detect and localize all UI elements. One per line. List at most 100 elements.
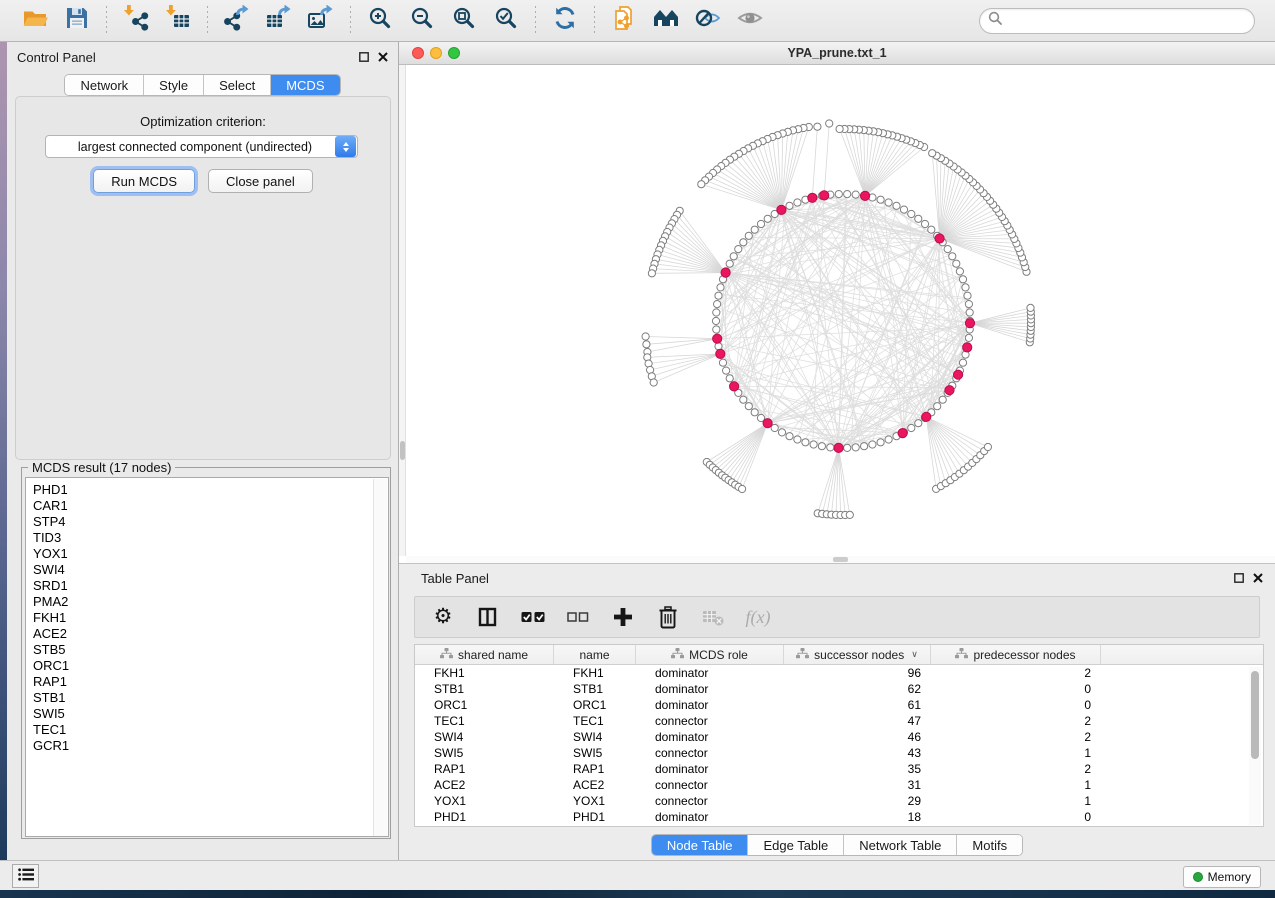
import-table-button[interactable] [161,4,195,38]
network-vertical-scrollbar[interactable] [399,65,406,556]
add-column-button[interactable] [611,603,635,631]
network-node[interactable] [900,206,907,213]
tab-select[interactable]: Select [204,75,271,95]
network-node[interactable] [852,444,859,451]
network-node[interactable] [745,232,752,239]
export-image-button[interactable] [304,4,338,38]
network-node[interactable] [959,276,966,283]
network-node[interactable] [726,260,733,267]
show-columns-button[interactable] [476,603,500,631]
network-node[interactable] [771,424,778,431]
network-hub-node[interactable] [922,412,931,421]
network-hub-node[interactable] [713,334,722,343]
list-scrollbar[interactable] [373,479,387,837]
run-mcds-button[interactable]: Run MCDS [93,169,195,193]
column-header-successor-nodes[interactable]: successor nodes∨ [784,645,931,664]
table-row[interactable]: TEC1TEC1connector472 [415,713,1263,729]
mcds-result-item[interactable]: ACE2 [33,626,388,642]
network-node[interactable] [778,429,785,436]
table-row[interactable]: SWI4SWI4dominator462 [415,729,1263,745]
network-hub-node[interactable] [945,386,954,395]
export-network-button[interactable] [220,4,254,38]
network-node[interactable] [965,334,972,341]
select-all-columns-button[interactable] [521,603,545,631]
mcds-result-item[interactable]: STB1 [33,690,388,706]
network-node[interactable] [921,220,928,227]
scrollbar-thumb[interactable] [1251,671,1259,759]
network-node[interactable] [739,485,746,492]
network-node[interactable] [794,199,801,206]
network-node[interactable] [984,443,991,450]
mcds-result-item[interactable]: ORC1 [33,658,388,674]
show-eye-button[interactable] [733,4,767,38]
network-node[interactable] [861,443,868,450]
mcds-result-item[interactable]: SRD1 [33,578,388,594]
network-node[interactable] [757,220,764,227]
table-row[interactable]: STB1STB1dominator620 [415,681,1263,697]
scrollbar-thumb[interactable] [833,557,848,562]
network-node[interactable] [893,202,900,209]
close-panel-icon[interactable] [1252,573,1263,584]
network-hub-node[interactable] [716,349,725,358]
table-row[interactable]: SWI5SWI5connector431 [415,745,1263,761]
table-row[interactable]: ACE2ACE2connector311 [415,777,1263,793]
float-panel-icon[interactable] [358,52,369,63]
network-node[interactable] [715,343,722,350]
network-node[interactable] [953,260,960,267]
network-node[interactable] [714,301,721,308]
network-node[interactable] [877,439,884,446]
network-window-titlebar[interactable]: YPA_prune.txt_1 [399,42,1275,65]
criterion-dropdown[interactable]: largest connected component (undirected) [45,135,358,158]
network-node[interactable] [949,253,956,260]
network-node[interactable] [908,424,915,431]
tab-network-table[interactable]: Network Table [844,835,957,855]
close-panel-button[interactable]: Close panel [208,169,313,193]
network-hub-node[interactable] [721,268,730,277]
mcds-result-item[interactable]: TID3 [33,530,388,546]
float-panel-icon[interactable] [1233,573,1244,584]
column-header-name[interactable]: name [554,645,636,664]
network-hub-node[interactable] [954,370,963,379]
network-node[interactable] [802,439,809,446]
network-node[interactable] [915,420,922,427]
zoom-fit-button[interactable] [447,4,481,38]
column-header-shared-name[interactable]: shared name [415,645,554,664]
column-header-predecessor-nodes[interactable]: predecessor nodes [931,645,1101,664]
network-node[interactable] [846,511,853,518]
network-hub-node[interactable] [763,419,772,428]
network-node[interactable] [712,317,719,324]
tab-edge-table[interactable]: Edge Table [748,835,844,855]
network-node[interactable] [929,150,936,157]
network-node[interactable] [751,409,758,416]
network-node[interactable] [915,215,922,222]
network-node[interactable] [844,191,851,198]
network-node[interactable] [956,268,963,275]
network-node[interactable] [713,326,720,333]
network-node[interactable] [885,199,892,206]
network-hub-node[interactable] [963,343,972,352]
network-node[interactable] [885,436,892,443]
table-row[interactable]: ORC1ORC1dominator610 [415,697,1263,713]
network-node[interactable] [964,292,971,299]
network-node[interactable] [764,215,771,222]
column-header-MCDS-role[interactable]: MCDS role [636,645,784,664]
network-node[interactable] [786,202,793,209]
network-node[interactable] [751,226,758,233]
network-hub-node[interactable] [777,205,786,214]
mcds-result-item[interactable]: FKH1 [33,610,388,626]
network-node[interactable] [928,226,935,233]
find-houses-button[interactable] [649,4,683,38]
table-row[interactable]: YOX1YOX1connector291 [415,793,1263,809]
network-hub-node[interactable] [861,191,870,200]
mcds-result-item[interactable]: STP4 [33,514,388,530]
network-node[interactable] [643,341,650,348]
network-node[interactable] [786,433,793,440]
network-node[interactable] [869,441,876,448]
network-horizontal-scrollbar[interactable] [406,556,1275,563]
mcds-result-item[interactable]: GCR1 [33,738,388,754]
network-node[interactable] [642,333,649,340]
table-row[interactable]: FKH1FKH1dominator962 [415,665,1263,681]
tab-motifs[interactable]: Motifs [957,835,1022,855]
network-node[interactable] [1027,304,1034,311]
network-canvas[interactable] [406,65,1275,556]
